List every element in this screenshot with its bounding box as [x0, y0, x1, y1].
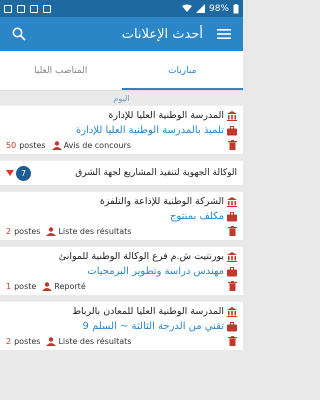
briefcase-icon	[227, 125, 237, 135]
wifi-icon	[181, 4, 192, 12]
status-bar-right: 98%	[181, 3, 239, 14]
tab-bar: المناصب العليا مباريات	[0, 51, 243, 91]
signal-icon	[195, 4, 205, 13]
item-position: تقني من الدرجة الثالثة ~ السلم 9	[82, 321, 224, 332]
item-organization: الشركة الوطنية للإذاعة والتلفزة	[99, 196, 224, 207]
notification-icon	[4, 4, 12, 13]
group-item[interactable]: الوكالة الجهوية لتنفيذ المشاريع لجهة الش…	[0, 160, 243, 185]
item-count: 2	[6, 336, 12, 346]
institution-icon	[227, 196, 237, 207]
item-status: Avis de concours	[63, 140, 131, 150]
person-icon	[46, 226, 57, 236]
section-label-today: اليوم	[113, 94, 130, 103]
status-bar-left	[4, 4, 51, 13]
person-icon	[51, 140, 62, 150]
item-unit: postes	[14, 226, 41, 236]
institution-icon	[227, 251, 237, 262]
status-bar: 98%	[0, 0, 243, 17]
search-button[interactable]	[8, 23, 30, 45]
item-unit: postes	[14, 336, 41, 346]
notification-icon	[30, 4, 38, 13]
item-position: مهندس دراسة وتطوير البرمجيات	[87, 266, 224, 277]
search-icon	[12, 27, 26, 41]
tab-contests[interactable]: مباريات	[122, 51, 244, 90]
tab-indicator	[121, 88, 243, 90]
item-organization: بورنتيت ش.م فرع الوكالة الوطنية للموانئ	[58, 251, 224, 262]
person-icon	[42, 281, 53, 291]
item-status: Liste des résultats	[58, 336, 132, 346]
menu-icon	[217, 29, 231, 39]
institution-icon	[227, 110, 237, 121]
delete-icon[interactable]	[228, 226, 237, 236]
expand-arrow-icon[interactable]	[6, 170, 14, 176]
battery-icon	[233, 3, 239, 13]
item-count: 1	[6, 281, 12, 291]
list-item[interactable]: المدرسة الوطنية العليا للمعادن بالرباط ت…	[0, 301, 243, 350]
item-count: 50	[6, 140, 17, 150]
delete-icon[interactable]	[228, 336, 237, 346]
item-unit: postes	[19, 140, 46, 150]
briefcase-icon	[227, 266, 237, 276]
battery-percent: 98%	[208, 3, 229, 14]
list-item[interactable]: الشركة الوطنية للإذاعة والتلفزة مكلف بمن…	[0, 191, 243, 240]
person-icon	[46, 336, 57, 346]
page-title: أحدث الإعلانات	[121, 26, 203, 42]
list-item[interactable]: المدرسة الوطنية العليا للإدارة تلميذ بال…	[0, 105, 243, 154]
institution-icon	[227, 306, 237, 317]
briefcase-icon	[227, 321, 237, 331]
item-organization: المدرسة الوطنية العليا للمعادن بالرباط	[72, 306, 224, 317]
count-badge: 7	[16, 165, 31, 181]
notification-icon	[43, 4, 51, 13]
delete-icon[interactable]	[228, 281, 237, 291]
item-count: 2	[6, 226, 12, 236]
list-item[interactable]: بورنتيت ش.م فرع الوكالة الوطنية للموانئ …	[0, 246, 243, 295]
menu-button[interactable]	[213, 23, 235, 45]
item-status: Liste des résultats	[58, 226, 132, 236]
item-position: مكلف بمنتوج	[170, 211, 224, 222]
notification-icon	[17, 4, 25, 13]
group-title: الوكالة الجهوية لتنفيذ المشاريع لجهة الش…	[75, 168, 237, 178]
item-position: تلميذ بالمدرسة الوطنية العليا للإدارة	[75, 125, 224, 136]
delete-icon[interactable]	[228, 140, 237, 150]
app-bar: أحدث الإعلانات	[0, 17, 243, 51]
briefcase-icon	[227, 211, 237, 221]
item-unit: poste	[14, 281, 37, 291]
item-status: Reporté	[54, 281, 86, 291]
tab-senior-positions[interactable]: المناصب العليا	[0, 51, 122, 90]
item-organization: المدرسة الوطنية العليا للإدارة	[108, 110, 224, 121]
